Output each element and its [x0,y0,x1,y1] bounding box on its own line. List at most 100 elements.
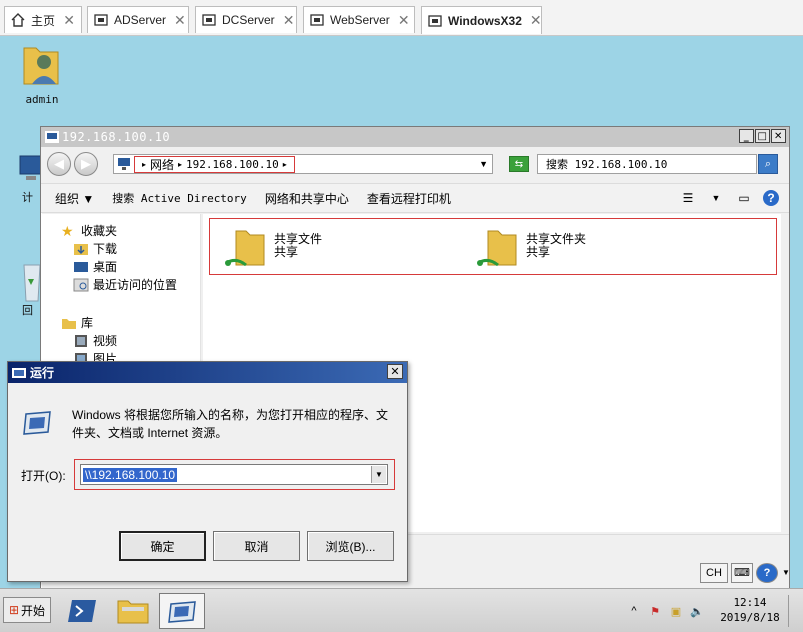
clock-time: 12:14 [733,596,767,609]
tab-windowsx32[interactable]: WindowsX32 ✕ [421,6,542,34]
run-description: Windows 将根据您所输入的名称，为您打开相应的程序、文件夹、文档或 Int… [72,408,389,440]
network-icon [118,158,130,170]
tab-dcserver[interactable]: DCServer ✕ [195,6,297,33]
nav-downloads[interactable]: 下载 [73,240,117,257]
nav-desktop[interactable]: 桌面 [73,258,117,275]
close-icon[interactable]: ✕ [174,12,186,29]
volume-icon[interactable]: 🔈 [689,603,705,619]
close-icon[interactable]: ✕ [398,12,410,29]
nav-videos[interactable]: 视频 [73,332,117,349]
nav-libraries[interactable]: 库 [61,314,93,331]
close-button[interactable]: ✕ [771,129,786,143]
downloads-icon [74,243,88,255]
tab-label: WindowsX32 [448,13,522,28]
chevron-down-icon[interactable]: ▼ [371,466,386,483]
clock[interactable]: 12:14 2019/8/18 [717,595,783,625]
back-button[interactable]: ◀ [47,152,71,176]
minimize-button[interactable]: _ [739,129,754,143]
taskbar-powershell[interactable] [60,593,106,629]
vm-icon [428,14,442,27]
view-options-icon[interactable]: ☰ [679,189,697,207]
library-icon [62,318,76,329]
folder-icon [117,600,149,624]
nav-recent[interactable]: 最近访问的位置 [73,276,177,293]
help-icon[interactable]: ? [763,190,779,206]
network-tray-icon[interactable]: ▣ [668,603,684,619]
shared-folder-icon [477,230,517,267]
search-placeholder: 搜索 192.168.100.10 [546,158,668,171]
computer-icon [19,155,43,180]
preview-pane-icon[interactable]: ▭ [735,189,753,207]
close-icon[interactable]: ✕ [283,12,295,29]
share-type: 共享 [274,245,299,259]
explorer-titlebar[interactable]: 192.168.100.10 _ □ ✕ [41,127,789,147]
address-bar-row: ◀ ▶ ▸ 网络 ▸ 192.168.100.10 ▸ ▼ ⇆ 搜索 192.1… [41,147,789,183]
nav-label: 收藏夹 [81,224,118,238]
explorer-title: 192.168.100.10 [62,130,171,144]
network-center-button[interactable]: 网络和共享中心 [265,190,349,207]
forward-button[interactable]: ▶ [74,152,98,176]
taskbar-run[interactable] [159,593,205,629]
ok-button[interactable]: 确定 [119,531,206,561]
network-window-icon [45,131,59,143]
open-label: 打开(O): [21,469,66,483]
action-center-icon[interactable]: ⚑ [647,603,663,619]
vm-icon [94,14,108,26]
address-box[interactable]: ▸ 网络 ▸ 192.168.100.10 ▸ ▼ [113,154,493,174]
nav-favorites[interactable]: ★ 收藏夹 [61,222,117,239]
tab-webserver[interactable]: WebServer ✕ [303,6,415,33]
explorer-toolbar: 组织 ▼ 搜索 Active Directory 网络和共享中心 查看远程打印机… [41,183,789,213]
breadcrumb-host[interactable]: 192.168.100.10 [186,158,279,171]
recent-places-icon [73,278,89,291]
close-icon[interactable]: ✕ [530,12,542,29]
search-input[interactable]: 搜索 192.168.100.10 [537,154,757,174]
help-icon[interactable]: ? [756,562,778,583]
keyboard-icon[interactable]: ⌨ [731,562,753,583]
taskbar-explorer[interactable] [110,593,156,629]
share-item[interactable]: 共享文件夹 共享 [474,227,586,273]
show-desktop-button[interactable] [788,595,802,627]
run-titlebar[interactable]: 运行 [8,362,407,383]
star-icon: ★ [61,222,74,239]
nav-label: 最近访问的位置 [93,278,178,292]
user-folder-icon [23,47,59,85]
desktop-icon [74,261,88,272]
desktop-icon-admin[interactable]: admin [14,40,70,106]
recycle-bin-icon [23,264,41,302]
close-icon[interactable]: ✕ [63,12,75,29]
share-item[interactable]: 共享文件 共享 [222,227,322,273]
chevron-down-icon[interactable]: ▼ [781,563,791,583]
remote-printers-button[interactable]: 查看远程打印机 [367,190,451,207]
run-program-icon [168,601,196,623]
chevron-down-icon[interactable]: ▼ [707,189,725,207]
input-language[interactable]: CH [700,562,728,583]
close-button[interactable]: ✕ [387,364,403,379]
maximize-button[interactable]: □ [755,129,770,143]
share-list: 共享文件 共享 共享文件夹 共享 [209,218,777,275]
share-type: 共享 [526,245,551,259]
refresh-button[interactable]: ⇆ [509,156,529,172]
cancel-button[interactable]: 取消 [213,531,300,561]
breadcrumb-network[interactable]: 网络 [150,156,174,173]
tab-adserver[interactable]: ADServer ✕ [87,6,189,33]
search-ad-button[interactable]: 搜索 Active Directory [112,190,247,206]
vm-tab-bar: 主页 ✕ ADServer ✕ DCServer ✕ WebServer ✕ W… [0,0,803,36]
run-title: 运行 [30,366,55,380]
chevron-down-icon[interactable]: ▼ [479,159,488,169]
tab-label: 主页 [31,13,56,28]
browse-button[interactable]: 浏览(B)... [307,531,394,561]
open-combobox[interactable]: \\192.168.100.10 ▼ [80,464,388,485]
show-hidden-icons[interactable]: ^ [626,603,642,619]
desktop-icon-label: admin [25,93,59,106]
taskbar: ⊞ 开始 ^ ⚑ ▣ 🔈 12:14 2019/8/18 [0,588,803,632]
videos-icon [75,334,87,347]
vm-icon [310,14,324,26]
nav-label: 下载 [93,242,118,256]
windows-logo-icon: ⊞ [8,603,20,617]
start-button[interactable]: ⊞ 开始 [3,597,51,623]
breadcrumb: ▸ 网络 ▸ 192.168.100.10 ▸ [134,155,295,173]
search-icon[interactable]: ⌕ [758,154,778,174]
tab-home[interactable]: 主页 ✕ [4,6,82,33]
organize-button[interactable]: 组织 ▼ [55,190,94,207]
start-label: 开始 [21,603,46,618]
